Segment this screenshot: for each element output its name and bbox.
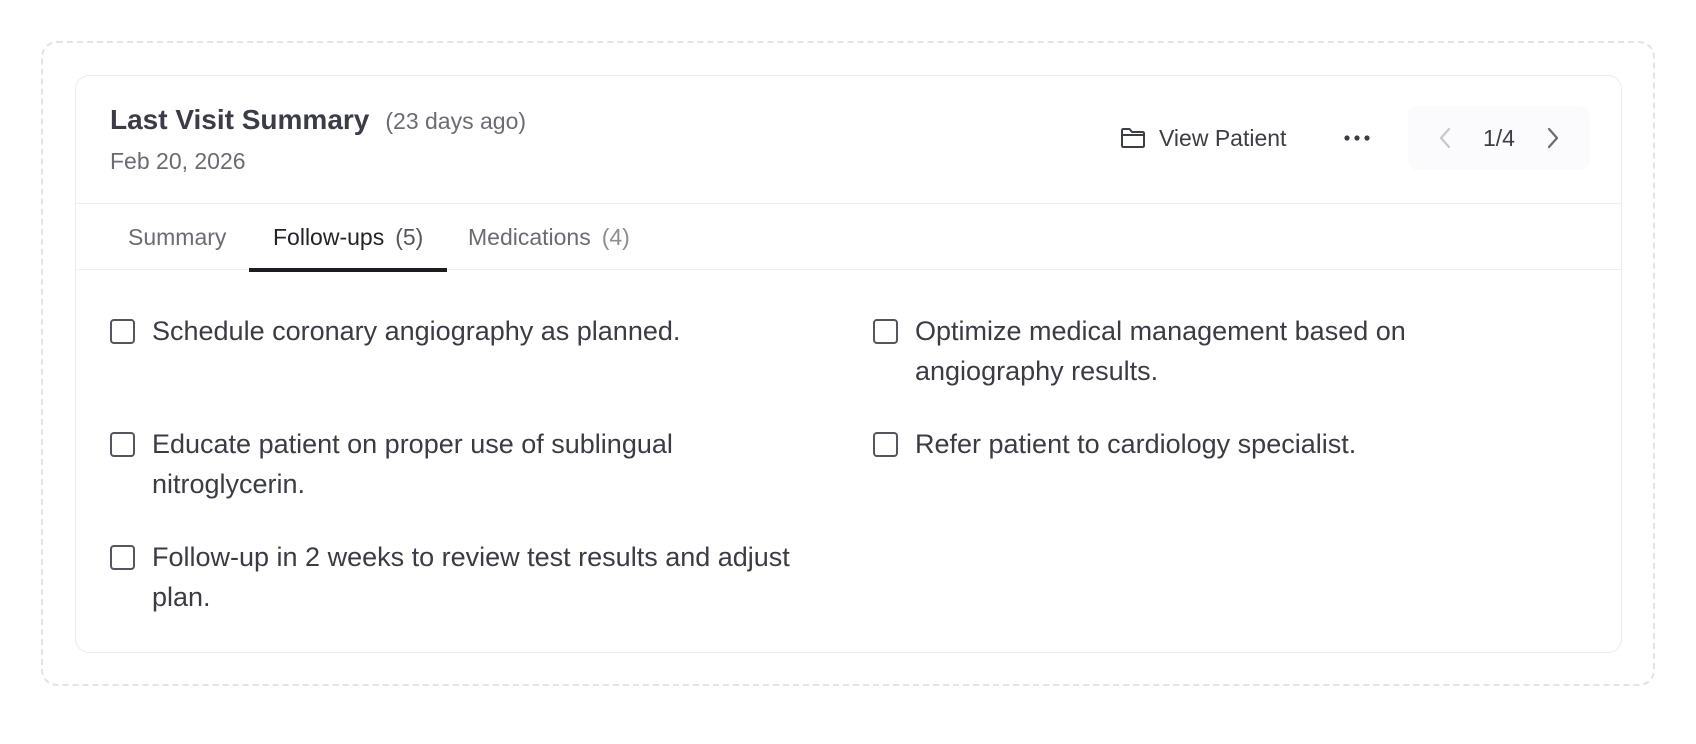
chevron-right-icon	[1547, 127, 1559, 149]
next-visit-button[interactable]	[1542, 125, 1564, 151]
title-row: Last Visit Summary (23 days ago)	[110, 104, 526, 136]
tab-summary[interactable]: Summary	[104, 204, 250, 270]
tab-bar: Summary Follow-ups (5) Medications (4)	[76, 204, 1621, 272]
card-header: Last Visit Summary (23 days ago) Feb 20,…	[76, 76, 1621, 204]
tab-label: Summary	[128, 223, 227, 250]
visit-pager: 1/4	[1408, 106, 1590, 170]
tab-follow-ups[interactable]: Follow-ups (5)	[249, 204, 448, 272]
followup-text: Optimize medical management based on ang…	[915, 316, 1406, 386]
followup-checkbox[interactable]	[110, 319, 135, 344]
card-title: Last Visit Summary	[110, 104, 370, 135]
tab-medications[interactable]: Medications (4)	[444, 204, 654, 270]
followup-item: Follow-up in 2 weeks to review test resu…	[110, 537, 790, 617]
followup-checkbox[interactable]	[873, 319, 898, 344]
followup-text: Schedule coronary angiography as planned…	[152, 316, 681, 346]
relative-time: (23 days ago)	[385, 108, 527, 134]
followup-text: Educate patient on proper use of subling…	[152, 429, 673, 499]
more-options-button[interactable]	[1338, 121, 1376, 155]
prev-visit-button[interactable]	[1434, 125, 1456, 151]
followup-item: Refer patient to cardiology specialist.	[873, 424, 1553, 464]
tab-label: Medications	[468, 223, 591, 250]
page-indicator: 1/4	[1483, 124, 1515, 151]
folder-icon	[1121, 128, 1145, 148]
followup-checkbox[interactable]	[873, 432, 898, 457]
followup-checkbox[interactable]	[110, 545, 135, 570]
followup-text: Refer patient to cardiology specialist.	[915, 429, 1357, 459]
tab-count: (5)	[395, 223, 424, 250]
last-visit-card: Last Visit Summary (23 days ago) Feb 20,…	[75, 75, 1622, 653]
view-patient-label: View Patient	[1159, 124, 1287, 151]
visit-date: Feb 20, 2026	[110, 148, 246, 174]
followup-item: Schedule coronary angiography as planned…	[110, 311, 790, 351]
more-horizontal-icon	[1344, 135, 1370, 141]
followup-checkbox[interactable]	[110, 432, 135, 457]
followup-item: Optimize medical management based on ang…	[873, 311, 1493, 391]
tab-label: Follow-ups	[273, 223, 385, 250]
chevron-left-icon	[1439, 127, 1451, 149]
followup-item: Educate patient on proper use of subling…	[110, 424, 790, 504]
tab-count: (4)	[601, 223, 630, 250]
followup-text: Follow-up in 2 weeks to review test resu…	[152, 542, 790, 612]
view-patient-button[interactable]: View Patient	[1119, 121, 1286, 155]
